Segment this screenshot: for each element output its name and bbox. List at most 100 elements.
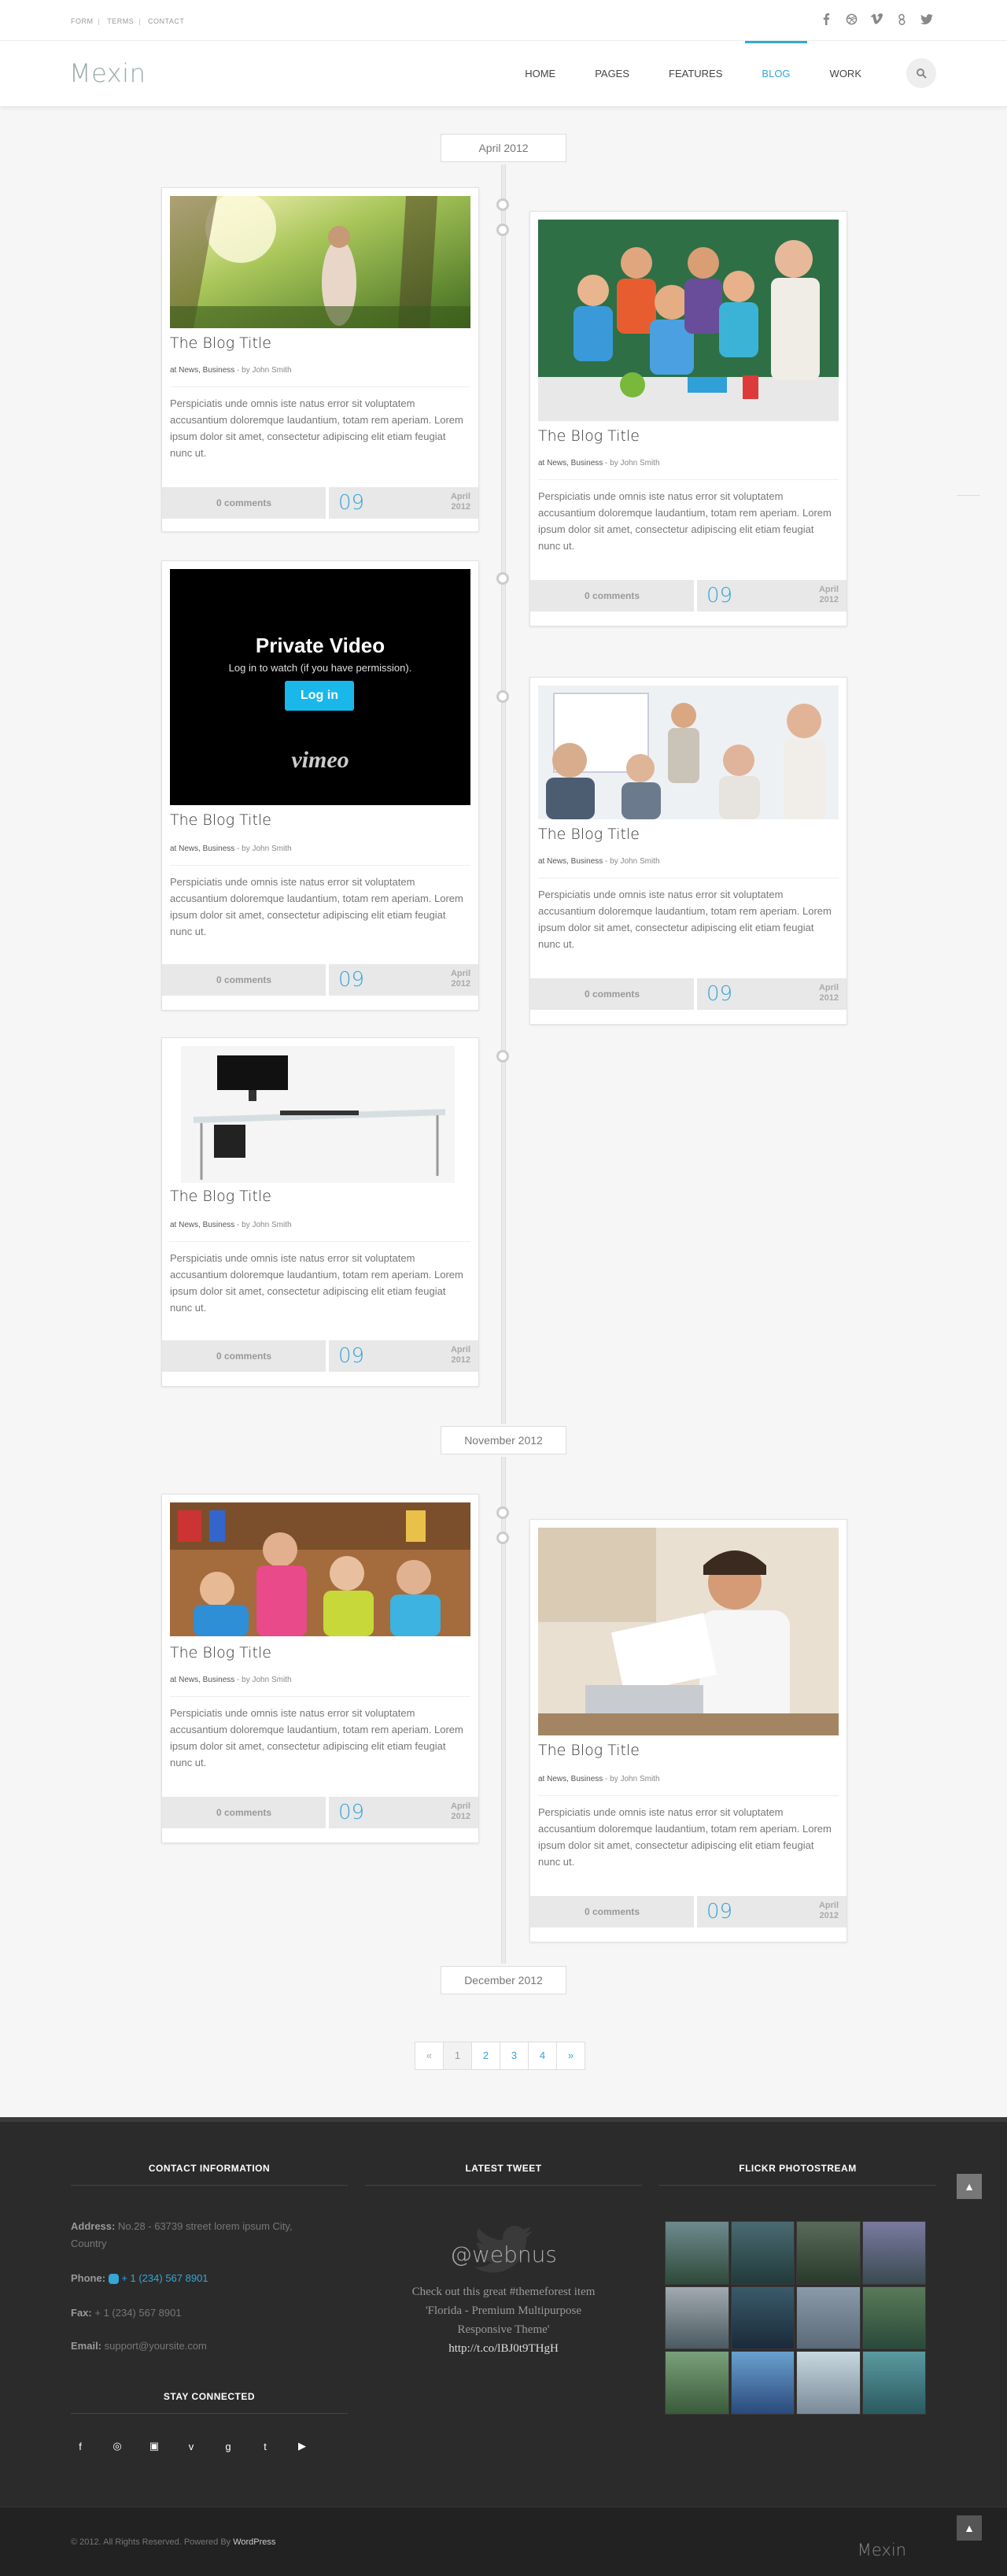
flickr-photo[interactable] [796,2351,861,2415]
post-month-year: April 2012 [451,1802,470,1822]
business-meeting-photo[interactable] [538,686,839,819]
chevron-up-icon: ▲ [964,2522,975,2534]
footer-logo[interactable]: Mexin [858,2541,906,2559]
post-categories[interactable]: at News, Business [538,857,603,866]
post-title[interactable]: The Blog Title [538,826,640,843]
post-author[interactable]: by John Smith [242,366,291,375]
flickr-photo[interactable] [861,2351,926,2415]
nav-features[interactable]: FEATURES [649,41,742,107]
post-author[interactable]: by John Smith [610,1775,659,1783]
post-title[interactable]: The Blog Title [538,427,640,445]
post-author[interactable]: by John Smith [242,844,291,853]
post-categories[interactable]: at News, Business [538,459,603,468]
flickr-photo[interactable] [861,2286,926,2350]
twitter-icon[interactable]: t [256,2437,275,2456]
post-title[interactable]: The Blog Title [170,1188,271,1205]
scroll-top-button[interactable]: ▲ [957,2174,982,2199]
post-author[interactable]: by John Smith [610,459,659,468]
post-meta: at News, Business - by John Smith [538,1775,660,1783]
email-value[interactable]: support@yoursite.com [105,2340,207,2352]
vimeo-icon[interactable]: v [182,2437,201,2456]
post-title[interactable]: The Blog Title [538,1742,640,1759]
dribbble-icon[interactable] [843,11,859,27]
flickr-title: FLICKR PHOTOSTREAM [739,2163,857,2174]
post-month-year: April 2012 [451,492,470,512]
man-reading-laptop-photo[interactable] [538,1528,839,1735]
video-login-button[interactable]: Log in [285,681,354,711]
blog-post-card: The Blog Title at News, Business - by Jo… [529,1519,847,1942]
search-button[interactable] [906,58,936,88]
vimeo-icon[interactable] [869,11,884,27]
vimeo-video-player[interactable]: Private Video Log in to watch (if you ha… [170,569,470,805]
tweet-link[interactable]: http://t.co/lBJ0t9THgH [378,2339,629,2358]
post-author[interactable]: by John Smith [242,1221,291,1229]
flickr-photo[interactable] [730,2351,795,2415]
post-excerpt: Perspiciatis unde omnis iste natus error… [538,479,839,554]
top-bar: FORM | TERMS | CONTACT [0,0,1007,41]
pagination-page-4[interactable]: 4 [528,2042,557,2070]
nav-pages[interactable]: PAGES [575,41,649,107]
flickr-photo[interactable] [861,2221,926,2285]
flickr-photo[interactable] [796,2286,861,2350]
phone-value[interactable]: + 1 (234) 567 8901 [121,2272,208,2284]
blog-post-card: Private Video Log in to watch (if you ha… [161,560,479,1011]
twitter-icon[interactable] [919,11,935,27]
instagram-icon[interactable]: ▣ [145,2437,164,2456]
scroll-top-button[interactable]: ▲ [957,2515,982,2541]
glass-desk-computer-photo[interactable] [170,1046,470,1183]
google-plus-icon[interactable]: g [219,2437,238,2456]
woman-in-forest-photo[interactable] [170,196,470,328]
wordpress-link[interactable]: WordPress [233,2537,275,2547]
comments-count[interactable]: 0 comments [530,978,694,1010]
pagination-next[interactable]: » [556,2042,585,2070]
classroom-kids-photo[interactable] [538,220,839,421]
post-author[interactable]: by John Smith [242,1676,291,1684]
post-author[interactable]: by John Smith [610,857,659,866]
students-library-photo[interactable] [170,1502,470,1636]
post-title[interactable]: The Blog Title [170,1644,271,1661]
comments-count[interactable]: 0 comments [162,964,326,996]
separator: | [138,17,142,25]
tweet-handle[interactable]: @webnus [425,2242,582,2267]
pagination-page-3[interactable]: 3 [500,2042,529,2070]
flickr-photo[interactable] [796,2221,861,2285]
comments-count[interactable]: 0 comments [530,580,694,612]
comments-count[interactable]: 0 comments [162,1340,326,1372]
pagination-page-2[interactable]: 2 [471,2042,500,2070]
flickr-photo[interactable] [665,2351,729,2415]
pagination-prev[interactable]: « [415,2042,444,2070]
post-title[interactable]: The Blog Title [170,334,271,352]
contact-address: Address: No.28 - 63739 street lorem ipsu… [71,2218,330,2253]
flickr-photo[interactable] [730,2221,795,2285]
blog-post-card: The Blog Title at News, Business - by Jo… [161,187,479,532]
post-month: April [450,1345,470,1355]
facebook-icon[interactable]: f [71,2437,90,2456]
post-title[interactable]: The Blog Title [170,811,271,829]
pagination-page-1[interactable]: 1 [443,2042,472,2070]
post-month-year: April 2012 [451,969,470,989]
top-link-contact[interactable]: CONTACT [148,17,184,25]
facebook-icon[interactable] [818,11,834,27]
comments-count[interactable]: 0 comments [162,1797,326,1828]
dribbble-icon[interactable]: ◎ [108,2437,127,2456]
nav-home[interactable]: HOME [505,41,575,107]
post-categories[interactable]: at News, Business [538,1775,603,1783]
post-categories[interactable]: at News, Business [170,366,234,375]
comments-count[interactable]: 0 comments [162,487,326,519]
youtube-icon[interactable]: ▶ [293,2437,312,2456]
flickr-photo[interactable] [665,2286,729,2350]
site-logo[interactable]: Mexin [69,58,146,88]
post-categories[interactable]: at News, Business [170,844,234,853]
top-link-terms[interactable]: TERMS [107,17,134,25]
flickr-photo[interactable] [665,2221,729,2285]
post-categories[interactable]: at News, Business [170,1221,234,1229]
top-link-form[interactable]: FORM [71,17,94,25]
nav-blog[interactable]: BLOG [742,41,810,107]
post-categories[interactable]: at News, Business [170,1676,234,1684]
flickr-photo[interactable] [730,2286,795,2350]
nav-work[interactable]: WORK [810,41,881,107]
comments-count[interactable]: 0 comments [530,1896,694,1927]
google-plus-icon[interactable] [894,11,909,27]
post-date: 09 April 2012 [697,1896,847,1927]
contact-title: CONTACT INFORMATION [148,2163,271,2174]
